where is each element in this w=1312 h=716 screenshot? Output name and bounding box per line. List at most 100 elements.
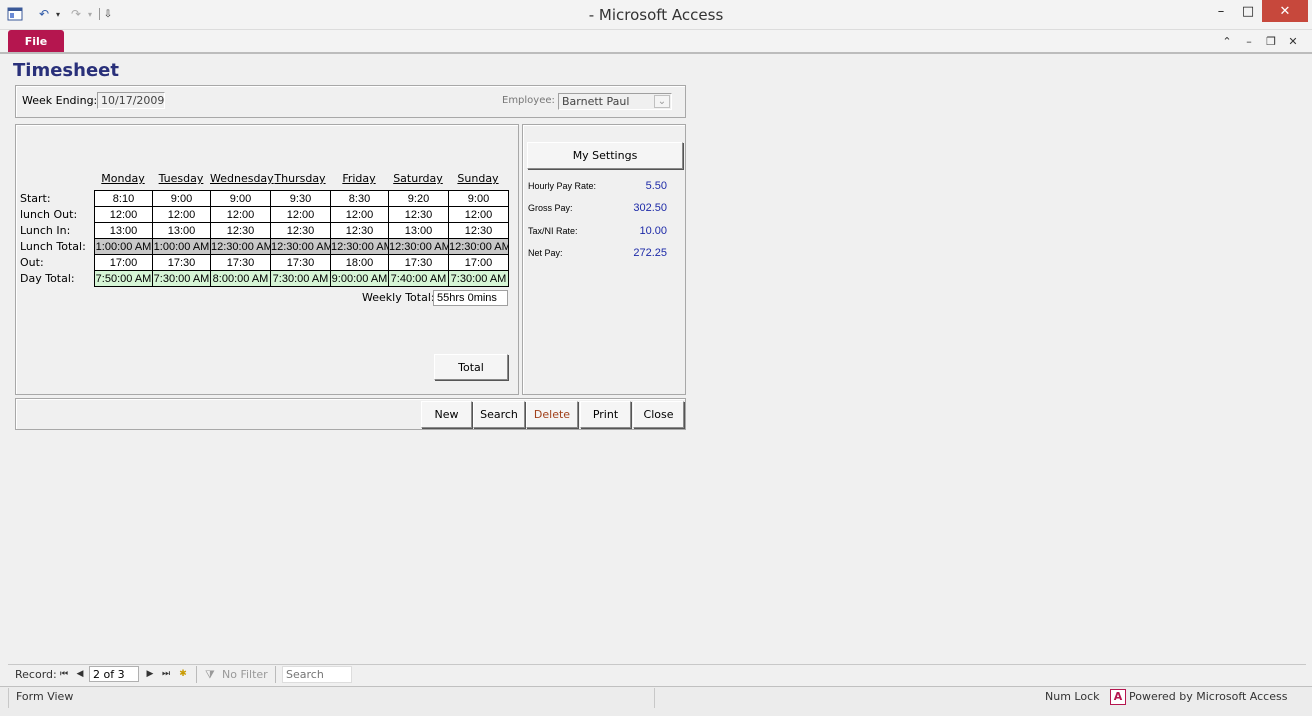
time-cell[interactable]: 12:00 <box>152 206 211 223</box>
time-cell[interactable]: 17:30 <box>388 254 449 271</box>
time-cell[interactable]: 7:50:00 AM <box>94 270 153 287</box>
time-cell[interactable]: 9:00 <box>210 190 271 207</box>
time-cell[interactable]: 12:30:00 AM <box>330 238 389 255</box>
last-record-icon[interactable]: ⏭ <box>159 667 173 681</box>
row-label: lunch Out: <box>20 208 78 221</box>
record-position-field[interactable]: 2 of 3 <box>89 666 139 682</box>
time-cell[interactable]: 17:00 <box>448 254 509 271</box>
record-search-input[interactable] <box>282 666 352 683</box>
close-window-button[interactable]: ✕ <box>1262 0 1308 22</box>
time-cell[interactable]: 17:30 <box>152 254 211 271</box>
time-cell[interactable]: 1:00:00 AM <box>94 238 153 255</box>
time-cell[interactable]: 8:30 <box>330 190 389 207</box>
time-cell[interactable]: 9:00 <box>152 190 211 207</box>
grid-row: 13:00 13:00 12:30 12:30 12:30 13:00 12:30 <box>94 222 509 239</box>
no-filter-label[interactable]: No Filter <box>222 668 268 681</box>
row-label: Day Total: <box>20 272 75 285</box>
time-cell[interactable]: 13:00 <box>94 222 153 239</box>
mdi-close-button[interactable]: ✕ <box>1284 34 1302 48</box>
time-cell[interactable]: 12:00 <box>448 206 509 223</box>
time-cell[interactable]: 13:00 <box>152 222 211 239</box>
previous-record-icon[interactable]: ◀ <box>73 667 87 681</box>
nav-separator <box>196 666 197 683</box>
time-cell[interactable]: 17:30 <box>270 254 331 271</box>
week-ending-field[interactable]: 10/17/2009 <box>97 92 165 109</box>
search-button[interactable]: Search <box>473 401 525 428</box>
time-cell[interactable]: 12:00 <box>94 206 153 223</box>
time-cell[interactable]: 12:30 <box>270 222 331 239</box>
powered-by-label: Powered by Microsoft Access <box>1129 690 1288 703</box>
time-cell[interactable]: 9:00:00 AM <box>330 270 389 287</box>
time-cell[interactable]: 12:30:00 AM <box>210 238 271 255</box>
time-cell[interactable]: 13:00 <box>388 222 449 239</box>
status-divider <box>8 688 9 708</box>
maximize-button[interactable]: □ <box>1234 0 1262 22</box>
file-tab[interactable]: File <box>8 30 64 52</box>
time-cell[interactable]: 12:00 <box>210 206 271 223</box>
time-cell[interactable]: 12:30 <box>330 222 389 239</box>
time-cell[interactable]: 7:30:00 AM <box>448 270 509 287</box>
time-cell[interactable]: 7:40:00 AM <box>388 270 449 287</box>
delete-button[interactable]: Delete <box>526 401 578 428</box>
first-record-icon[interactable]: ⏮ <box>57 667 71 681</box>
row-label: Lunch Total: <box>20 240 86 253</box>
settings-label: Net Pay: <box>528 248 563 258</box>
time-cell[interactable]: 12:00 <box>270 206 331 223</box>
print-button[interactable]: Print <box>580 401 631 428</box>
time-cell[interactable]: 1:00:00 AM <box>152 238 211 255</box>
minimize-button[interactable]: – <box>1206 0 1236 22</box>
chevron-down-icon[interactable]: ⌄ <box>654 95 670 108</box>
time-cell[interactable]: 18:00 <box>330 254 389 271</box>
time-cell[interactable]: 12:30:00 AM <box>270 238 331 255</box>
total-button[interactable]: Total <box>434 354 508 380</box>
settings-value: 10.00 <box>639 225 667 237</box>
num-lock-status: Num Lock <box>1045 690 1100 703</box>
weekly-total-label: Weekly Total: <box>362 291 435 304</box>
weekly-total-field[interactable]: 55hrs 0mins <box>433 290 508 306</box>
view-status: Form View <box>16 690 74 703</box>
row-label: Lunch In: <box>20 224 71 237</box>
time-cell[interactable]: 17:30 <box>210 254 271 271</box>
time-cell[interactable]: 7:30:00 AM <box>152 270 211 287</box>
next-record-icon[interactable]: ▶ <box>143 667 157 681</box>
record-navigation-bar <box>8 664 1306 686</box>
time-cell[interactable]: 9:30 <box>270 190 331 207</box>
no-filter-icon[interactable]: ⧩ <box>205 668 215 682</box>
employee-value: Barnett Paul <box>562 95 630 108</box>
day-header-monday: Monday <box>101 172 145 185</box>
form-title: Timesheet <box>13 60 119 81</box>
day-header-sunday: Sunday <box>457 172 499 185</box>
grid-row: 7:50:00 AM 7:30:00 AM 8:00:00 AM 7:30:00 AM… <box>94 270 509 287</box>
settings-label: Hourly Pay Rate: <box>528 181 597 191</box>
access-logo-icon: A <box>1110 689 1126 705</box>
time-cell[interactable]: 12:30:00 AM <box>448 238 509 255</box>
status-divider-2 <box>654 688 655 708</box>
time-cell[interactable]: 12:00 <box>330 206 389 223</box>
timesheet-grid: 8:10 9:00 9:00 9:30 8:30 9:20 9:00 12:00 12:00 12… <box>94 190 509 287</box>
mdi-minimize-button[interactable]: – <box>1240 34 1258 48</box>
time-cell[interactable]: 17:00 <box>94 254 153 271</box>
new-record-icon[interactable]: ✱ <box>176 667 190 681</box>
new-button[interactable]: New <box>421 401 472 428</box>
grid-row: 8:10 9:00 9:00 9:30 8:30 9:20 9:00 <box>94 190 509 207</box>
time-cell[interactable]: 12:30:00 AM <box>388 238 449 255</box>
collapse-ribbon-icon[interactable]: ⌃ <box>1218 34 1236 48</box>
close-form-button[interactable]: Close <box>633 401 684 428</box>
grid-row: 12:00 12:00 12:00 12:00 12:00 12:30 12:00 <box>94 206 509 223</box>
time-cell[interactable]: 12:30 <box>388 206 449 223</box>
time-cell[interactable]: 7:30:00 AM <box>270 270 331 287</box>
time-cell[interactable]: 9:00 <box>448 190 509 207</box>
nav-separator-2 <box>275 666 276 683</box>
day-header-tuesday: Tuesday <box>158 172 204 185</box>
time-cell[interactable]: 9:20 <box>388 190 449 207</box>
mdi-restore-button[interactable]: ❐ <box>1262 34 1280 48</box>
time-cell[interactable]: 8:10 <box>94 190 153 207</box>
time-cell[interactable]: 12:30 <box>210 222 271 239</box>
time-cell[interactable]: 8:00:00 AM <box>210 270 271 287</box>
grid-row: 1:00:00 AM 1:00:00 AM 12:30:00 AM 12:30:00 … <box>94 238 509 255</box>
day-header-friday: Friday <box>342 172 376 185</box>
settings-label: Tax/NI Rate: <box>528 226 578 236</box>
my-settings-button[interactable]: My Settings <box>527 142 683 169</box>
row-label: Out: <box>20 256 44 269</box>
time-cell[interactable]: 12:30 <box>448 222 509 239</box>
